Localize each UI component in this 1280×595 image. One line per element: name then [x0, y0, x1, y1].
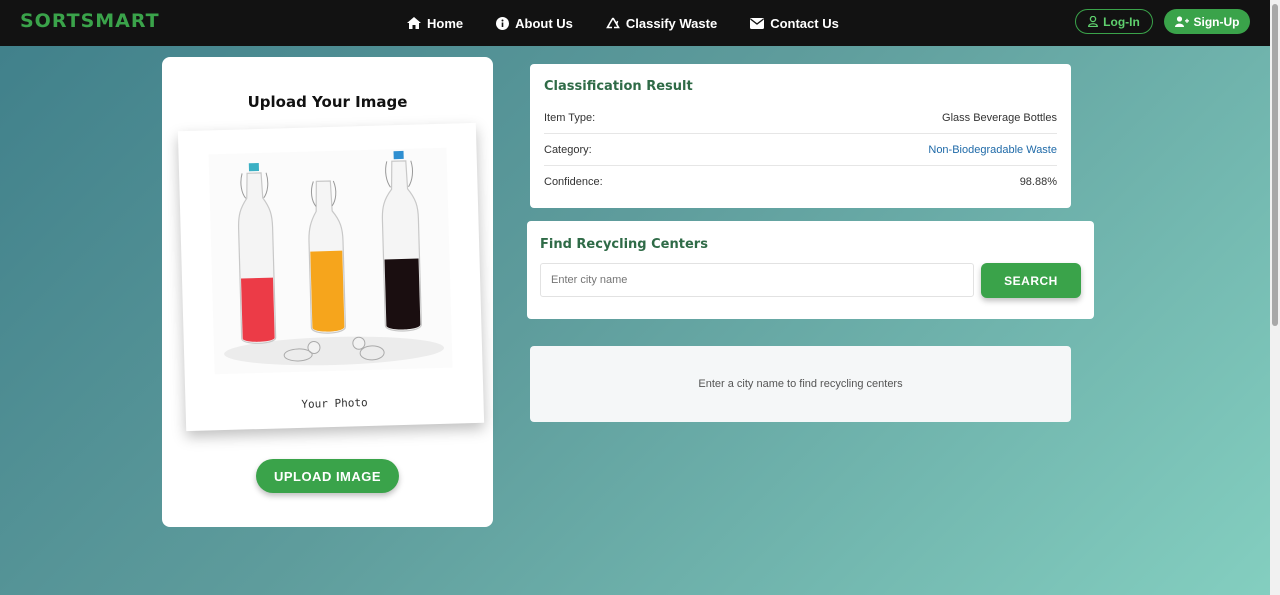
user-plus-icon [1174, 16, 1189, 27]
bottles-image [224, 150, 445, 366]
recycling-info-box: Enter a city name to find recycling cent… [530, 346, 1071, 422]
recycling-info-text: Enter a city name to find recycling cent… [698, 378, 903, 390]
recycling-centers-card: Find Recycling Centers SEARCH [527, 221, 1094, 319]
orange-bottle [308, 180, 346, 334]
red-bottle [237, 162, 277, 344]
category-label: Category: [544, 144, 592, 156]
result-row-category: Category: Non-Biodegradable Waste [544, 134, 1057, 166]
login-label: Log-In [1103, 14, 1140, 29]
confidence-value: 98.88% [1019, 176, 1057, 188]
item-type-label: Item Type: [544, 112, 596, 124]
signup-label: Sign-Up [1193, 14, 1240, 29]
category-value[interactable]: Non-Biodegradable Waste [928, 144, 1057, 156]
upload-card: Upload Your Image Your Photo UPLOAD IMAG… [162, 57, 493, 527]
nav-home-label: Home [427, 15, 464, 31]
signup-button[interactable]: Sign-Up [1164, 9, 1250, 34]
nav-links: Home About Us Classify Waste Contact Us [407, 0, 872, 46]
nav-contact-link[interactable]: Contact Us [750, 16, 839, 31]
page-scrollbar[interactable] [1270, 0, 1280, 595]
result-title: Classification Result [544, 79, 693, 94]
result-row-confidence: Confidence: 98.88% [544, 166, 1057, 198]
dark-bottle [381, 150, 422, 332]
nav-classify-label: Classify Waste [625, 15, 718, 31]
recycling-title: Find Recycling Centers [540, 237, 708, 252]
scrollbar-thumb[interactable] [1272, 4, 1278, 326]
home-icon [407, 17, 421, 29]
info-icon [496, 16, 510, 30]
classification-result-card: Classification Result Item Type: Glass B… [530, 64, 1071, 208]
result-row-item-type: Item Type: Glass Beverage Bottles [544, 102, 1057, 134]
photo-caption: Your Photo [301, 396, 368, 411]
nav-classify-link[interactable]: Classify Waste [606, 16, 717, 31]
user-icon [1088, 16, 1099, 27]
recycle-icon [606, 17, 620, 28]
item-type-value: Glass Beverage Bottles [942, 112, 1057, 124]
uploaded-photo [208, 147, 453, 375]
photo-frame: Your Photo [177, 122, 485, 432]
nav-home-link[interactable]: Home [407, 16, 463, 31]
nav-about-link[interactable]: About Us [496, 16, 573, 31]
nav-about-label: About Us [515, 15, 573, 31]
search-button[interactable]: SEARCH [981, 263, 1081, 298]
nav-contact-label: Contact Us [770, 15, 839, 31]
navbar: SORTSMART Home About Us Classify Waste C… [0, 0, 1280, 46]
upload-image-button[interactable]: UPLOAD IMAGE [256, 459, 399, 493]
login-button[interactable]: Log-In [1075, 9, 1153, 34]
city-search-input[interactable] [540, 263, 974, 297]
confidence-label: Confidence: [544, 176, 603, 188]
brand-logo[interactable]: SORTSMART [20, 10, 160, 32]
envelope-icon [750, 17, 765, 29]
upload-title: Upload Your Image [247, 93, 408, 111]
